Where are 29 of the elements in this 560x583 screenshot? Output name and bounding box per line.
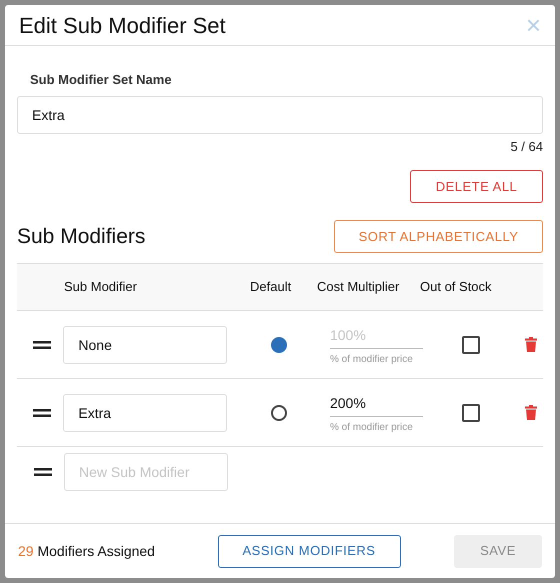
trash-icon[interactable] [525,337,538,352]
cost-multiplier-field: 100% [330,324,423,348]
column-header: Cost Multiplier [317,278,400,296]
set-name-field[interactable]: Extra [17,96,543,134]
drag-handle-icon[interactable] [33,408,52,416]
default-radio[interactable] [270,404,287,420]
delete-all-button[interactable]: DELETE ALL [410,170,543,203]
sub-modifier-field[interactable]: None [63,326,228,364]
out-of-stock-checkbox[interactable] [462,336,480,354]
default-radio[interactable] [270,336,287,352]
character-counter: 5 / 64 [510,138,543,156]
assigned-count-text: 29 Modifiers Assigned [18,542,156,561]
new-sub-modifier-field[interactable]: New Sub Modifier [64,453,228,491]
section-title: Sub Modifiers [17,224,146,250]
field-label: Sub Modifier Set Name [30,71,173,89]
dialog-title: Edit Sub Modifier Set [19,12,226,40]
drag-handle-icon[interactable] [34,468,52,476]
column-header: Default [250,278,292,296]
sub-modifier-field[interactable]: Extra [63,394,228,432]
assign-modifiers-button[interactable]: ASSIGN MODIFIERS [218,534,400,568]
cost-multiplier-field[interactable]: 200% [330,392,423,416]
drag-handle-icon[interactable] [33,340,52,348]
sort-button[interactable]: SORT ALPHABETICALLY [334,220,543,253]
out-of-stock-checkbox[interactable] [462,404,480,422]
field-hint: % of modifier price [330,352,414,366]
trash-icon[interactable] [525,405,538,420]
field-hint: % of modifier price [330,420,414,434]
column-header: Sub Modifier [64,278,138,296]
column-header: Out of Stock [420,278,492,296]
